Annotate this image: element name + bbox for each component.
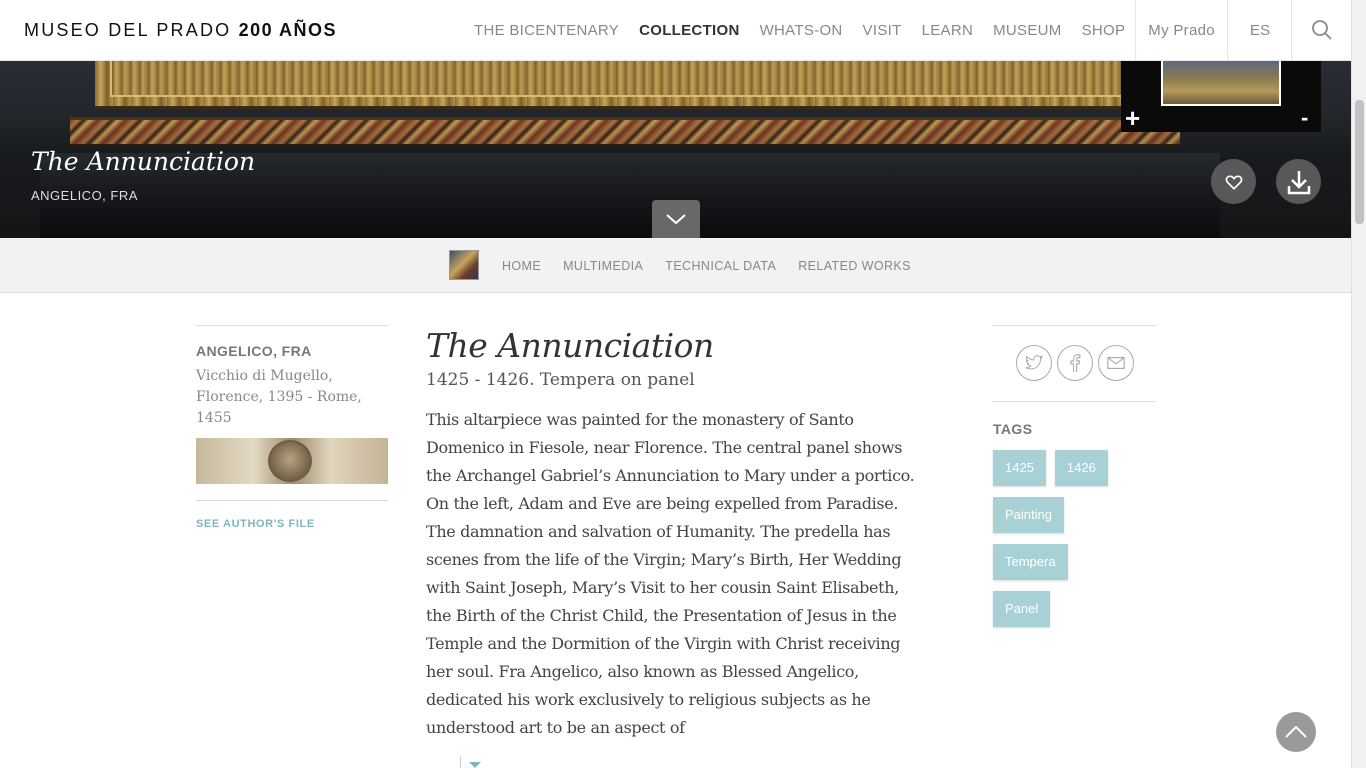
top-navigation-bar: MUSEO DEL PRADO 200 AÑOS THE BICENTENARY… xyxy=(0,0,1351,61)
logo-text: MUSEO DEL PRADO xyxy=(24,20,232,40)
artwork-date-technique: 1425 - 1426. Tempera on panel xyxy=(426,370,695,390)
tag-panel[interactable]: Panel xyxy=(993,591,1051,627)
artwork-description: The Annunciation 1425 - 1426. Tempera on… xyxy=(426,326,916,742)
language-switch[interactable]: ES xyxy=(1250,22,1271,39)
share-and-tags-panel: TAGS 1425 1426 Painting Tempera Panel xyxy=(993,325,1156,638)
subnav-related-works[interactable]: RELATED WORKS xyxy=(798,259,911,273)
page-scrollbar[interactable] xyxy=(1351,0,1366,768)
navigator-viewport[interactable] xyxy=(1161,61,1281,106)
email-share-button[interactable] xyxy=(1097,345,1134,381)
tag-tempera[interactable]: Tempera xyxy=(993,544,1068,580)
scrollbar-thumb[interactable] xyxy=(1355,100,1364,224)
tag-painting[interactable]: Painting xyxy=(993,497,1064,533)
nav-divider xyxy=(1135,0,1137,60)
see-authors-file-link[interactable]: SEE AUTHOR'S FILE xyxy=(196,518,388,530)
twitter-icon xyxy=(1024,355,1043,370)
share-buttons xyxy=(993,345,1156,381)
artwork-subnav: HOME MULTIMEDIA TECHNICAL DATA RELATED W… xyxy=(0,238,1351,293)
nav-item-shop[interactable]: SHOP xyxy=(1082,22,1126,39)
nav-item-whats-on[interactable]: WHATS-ON xyxy=(760,22,843,39)
divider xyxy=(196,500,388,501)
divider xyxy=(196,325,388,326)
read-more-caret-icon[interactable] xyxy=(469,762,481,768)
main-nav: THE BICENTENARY COLLECTION WHATS-ON VISI… xyxy=(464,0,1293,60)
download-icon xyxy=(1287,170,1310,194)
envelope-icon xyxy=(1106,357,1125,369)
favorite-button[interactable] xyxy=(1211,159,1256,204)
hero-title: The Annunciation xyxy=(31,147,256,176)
subnav-multimedia[interactable]: MULTIMEDIA xyxy=(563,259,643,273)
nav-divider xyxy=(1226,0,1228,60)
portrait-face xyxy=(268,440,312,482)
zoom-navigator[interactable]: + - xyxy=(1121,61,1321,132)
facebook-share-button[interactable] xyxy=(1056,345,1093,381)
zoom-in-button[interactable]: + xyxy=(1125,105,1140,131)
subnav-technical-data[interactable]: TECHNICAL DATA xyxy=(665,259,776,273)
tag-1426[interactable]: 1426 xyxy=(1054,450,1108,486)
museo-del-prado-logo[interactable]: MUSEO DEL PRADO 200 AÑOS xyxy=(24,20,337,41)
tag-1425[interactable]: 1425 xyxy=(993,450,1046,486)
tag-list: 1425 1426 Painting Tempera Panel xyxy=(993,450,1156,638)
subnav-home[interactable]: HOME xyxy=(502,259,541,273)
artwork-title: The Annunciation xyxy=(426,326,714,365)
expand-details-button[interactable] xyxy=(652,200,700,238)
download-button[interactable] xyxy=(1276,159,1321,204)
divider xyxy=(993,325,1156,326)
search-icon xyxy=(1311,20,1332,40)
artwork-thumbnail[interactable] xyxy=(449,250,479,280)
nav-item-collection[interactable]: COLLECTION xyxy=(639,22,740,39)
hero-artist[interactable]: ANGELICO, FRA xyxy=(31,188,138,203)
logo-bold-text: 200 AÑOS xyxy=(238,20,337,40)
back-to-top-button[interactable] xyxy=(1276,712,1316,752)
chevron-down-icon xyxy=(666,214,686,225)
facebook-icon xyxy=(1069,354,1080,372)
heart-icon xyxy=(1225,174,1242,190)
search-button[interactable] xyxy=(1291,0,1351,60)
read-more-divider xyxy=(460,756,461,768)
nav-item-visit[interactable]: VISIT xyxy=(863,22,902,39)
nav-item-bicentenary[interactable]: THE BICENTENARY xyxy=(474,22,619,39)
tags-heading: TAGS xyxy=(993,421,1033,437)
artist-name[interactable]: ANGELICO, FRA xyxy=(196,343,388,359)
artist-panel: ANGELICO, FRA Vicchio di Mugello, Floren… xyxy=(196,325,388,530)
chevron-up-icon xyxy=(1285,725,1307,738)
nav-item-learn[interactable]: LEARN xyxy=(922,22,974,39)
my-prado-link[interactable]: My Prado xyxy=(1148,22,1215,39)
twitter-share-button[interactable] xyxy=(1015,345,1052,381)
artist-portrait[interactable] xyxy=(196,438,388,484)
divider xyxy=(993,401,1156,402)
nav-item-museum[interactable]: MUSEUM xyxy=(993,22,1061,39)
artist-bio: Vicchio di Mugello, Florence, 1395 - Rom… xyxy=(196,368,362,426)
artwork-description-text: This altarpiece was painted for the mona… xyxy=(426,410,915,737)
zoom-out-button[interactable]: - xyxy=(1301,107,1308,129)
